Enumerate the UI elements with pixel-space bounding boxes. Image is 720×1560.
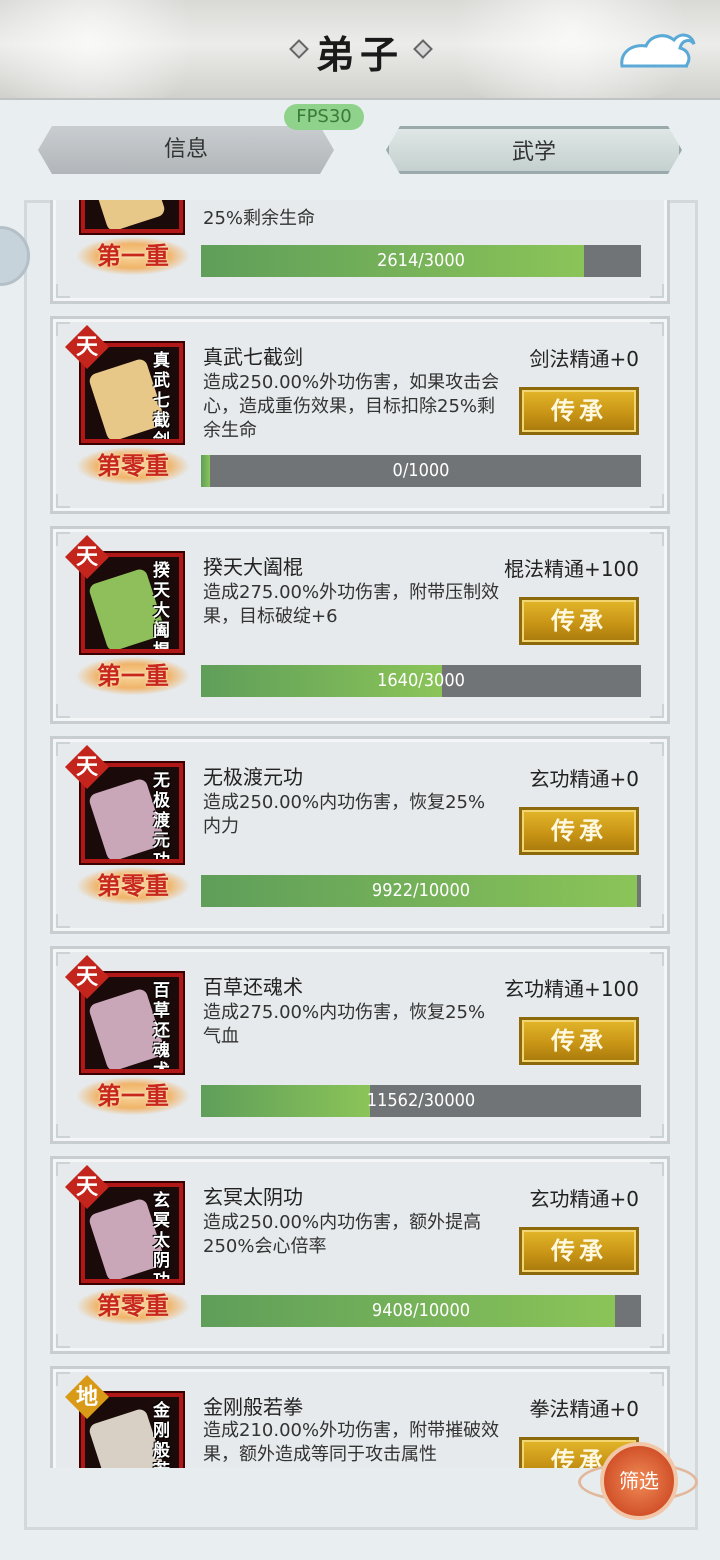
card-corner bbox=[56, 1162, 70, 1176]
card-corner bbox=[56, 1372, 70, 1386]
card-corner bbox=[650, 1372, 664, 1386]
rank-label: 第零重 bbox=[77, 447, 189, 485]
tab-info[interactable]: 信息 bbox=[38, 126, 334, 174]
mastery-bonus: 棍法精通+100 bbox=[504, 557, 639, 581]
inherit-button[interactable]: 传承 bbox=[519, 1227, 639, 1275]
skill-name: 无极渡元功 bbox=[203, 765, 303, 789]
scroll-art bbox=[87, 200, 167, 229]
skill-card[interactable]: 无极渡元功 天 第零重 无极渡元功 玄功精通+0 造成250.00%内功伤害，恢… bbox=[50, 736, 670, 934]
card-corner bbox=[650, 914, 664, 928]
back-cloud-icon[interactable] bbox=[618, 26, 696, 72]
card-corner bbox=[56, 742, 70, 756]
progress-text: 0/1000 bbox=[392, 460, 450, 481]
card-corner bbox=[56, 494, 70, 508]
card-corner bbox=[56, 1124, 70, 1138]
skill-card[interactable]: 剑 天 第一重 25%剩余生命 传承 2614/3000 bbox=[50, 200, 670, 304]
card-corner bbox=[56, 1334, 70, 1348]
progress-bar: 2614/3000 bbox=[201, 245, 641, 277]
rank-label: 第零重 bbox=[77, 867, 189, 905]
skill-name: 金刚般若拳 bbox=[203, 1395, 303, 1419]
progress-bar: 0/1000 bbox=[201, 455, 641, 487]
card-corner bbox=[650, 742, 664, 756]
rank-label: 第零重 bbox=[77, 1287, 189, 1325]
skill-icon-label: 百草还魂术 bbox=[153, 981, 170, 1073]
card-corner bbox=[56, 914, 70, 928]
skill-name: 真武七截剑 bbox=[203, 345, 303, 369]
skill-name: 玄冥太阴功 bbox=[203, 1185, 303, 1209]
progress-text: 2614/3000 bbox=[377, 250, 465, 271]
skill-icon-label: 无极渡元功 bbox=[153, 771, 170, 863]
skill-card[interactable]: 百草还魂术 天 第一重 百草还魂术 玄功精通+100 造成275.00%内功伤害… bbox=[50, 946, 670, 1144]
card-corner bbox=[650, 704, 664, 718]
skill-card[interactable]: 玄冥太阴功 天 第零重 玄冥太阴功 玄功精通+0 造成250.00%内功伤害，额… bbox=[50, 1156, 670, 1354]
skill-card[interactable]: 揆天大阖棍 天 第一重 揆天大阖棍 棍法精通+100 造成275.00%外功伤害… bbox=[50, 526, 670, 724]
mastery-bonus: 玄功精通+0 bbox=[529, 767, 639, 791]
skill-description: 25%剩余生命 bbox=[203, 208, 316, 229]
filter-button[interactable]: 筛选 bbox=[600, 1442, 678, 1520]
card-corner bbox=[650, 1162, 664, 1176]
skill-name: 百草还魂术 bbox=[203, 975, 303, 999]
rank-label: 第一重 bbox=[77, 1077, 189, 1115]
rank-label: 第一重 bbox=[77, 237, 189, 275]
mastery-bonus: 剑法精通+0 bbox=[529, 347, 639, 371]
skill-list[interactable]: 剑 天 第一重 25%剩余生命 传承 2614/3000 真武七截剑 天 第零重 bbox=[50, 200, 672, 1468]
skill-card[interactable]: 金刚般若拳 地 金刚般若拳 拳法精通+0 造成210.00%外功伤害，附带摧破效… bbox=[50, 1366, 670, 1468]
inherit-button[interactable]: 传承 bbox=[519, 387, 639, 435]
card-corner bbox=[650, 494, 664, 508]
progress-bar: 9922/10000 bbox=[201, 875, 641, 907]
page-title: 弟子 bbox=[315, 32, 404, 77]
mastery-bonus: 玄功精通+0 bbox=[529, 1187, 639, 1211]
skill-icon-label: 揆天大阖棍 bbox=[153, 561, 170, 653]
progress-text: 1640/3000 bbox=[377, 670, 465, 691]
skill-description: 造成250.00%内功伤害，额外提高250%会心倍率 bbox=[203, 1212, 482, 1257]
progress-text: 9922/10000 bbox=[371, 880, 471, 901]
tab-martial-arts[interactable]: 武学 bbox=[386, 126, 682, 174]
inherit-button[interactable]: 传承 bbox=[519, 597, 639, 645]
fps-badge: FPS30 bbox=[284, 104, 364, 130]
progress-bar: 11562/30000 bbox=[201, 1085, 641, 1117]
header-bar: 弟子 bbox=[0, 0, 720, 100]
card-corner bbox=[650, 284, 664, 298]
card-corner bbox=[650, 532, 664, 546]
card-corner bbox=[650, 322, 664, 336]
skill-icon-label: 真武七截剑 bbox=[153, 351, 170, 443]
skill-icon-label: 玄冥太阴功 bbox=[153, 1191, 170, 1283]
progress-text: 9408/10000 bbox=[371, 1300, 471, 1321]
skill-description: 造成275.00%外功伤害，附带压制效果，目标破绽+6 bbox=[203, 582, 500, 627]
skill-description: 造成275.00%内功伤害，恢复25%气血 bbox=[203, 1002, 486, 1047]
skill-card[interactable]: 真武七截剑 天 第零重 真武七截剑 剑法精通+0 造成250.00%外功伤害，如… bbox=[50, 316, 670, 514]
card-corner bbox=[650, 1334, 664, 1348]
progress-bar: 9408/10000 bbox=[201, 1295, 641, 1327]
card-corner bbox=[56, 952, 70, 966]
skill-name: 揆天大阖棍 bbox=[203, 555, 303, 579]
mastery-bonus: 玄功精通+100 bbox=[504, 977, 639, 1001]
card-corner bbox=[56, 532, 70, 546]
progress-text: 11562/30000 bbox=[366, 1090, 476, 1111]
card-corner bbox=[56, 704, 70, 718]
skill-icon-label: 金刚般若拳 bbox=[153, 1401, 170, 1468]
card-corner bbox=[650, 952, 664, 966]
card-corner bbox=[56, 322, 70, 336]
skill-description: 造成210.00%外功伤害，附带摧破效果，额外造成等同于攻击属性 bbox=[203, 1420, 500, 1465]
skill-description: 造成250.00%外功伤害，如果攻击会心，造成重伤效果，目标扣除25%剩余生命 bbox=[203, 372, 500, 441]
rank-label: 第一重 bbox=[77, 657, 189, 695]
card-corner bbox=[650, 1124, 664, 1138]
progress-bar: 1640/3000 bbox=[201, 665, 641, 697]
skill-description: 造成250.00%内功伤害，恢复25%内力 bbox=[203, 792, 486, 837]
skill-scroll-icon[interactable]: 剑 bbox=[81, 200, 183, 233]
card-corner bbox=[56, 284, 70, 298]
mastery-bonus: 拳法精通+0 bbox=[529, 1397, 639, 1421]
inherit-button[interactable]: 传承 bbox=[519, 807, 639, 855]
inherit-button[interactable]: 传承 bbox=[519, 1017, 639, 1065]
